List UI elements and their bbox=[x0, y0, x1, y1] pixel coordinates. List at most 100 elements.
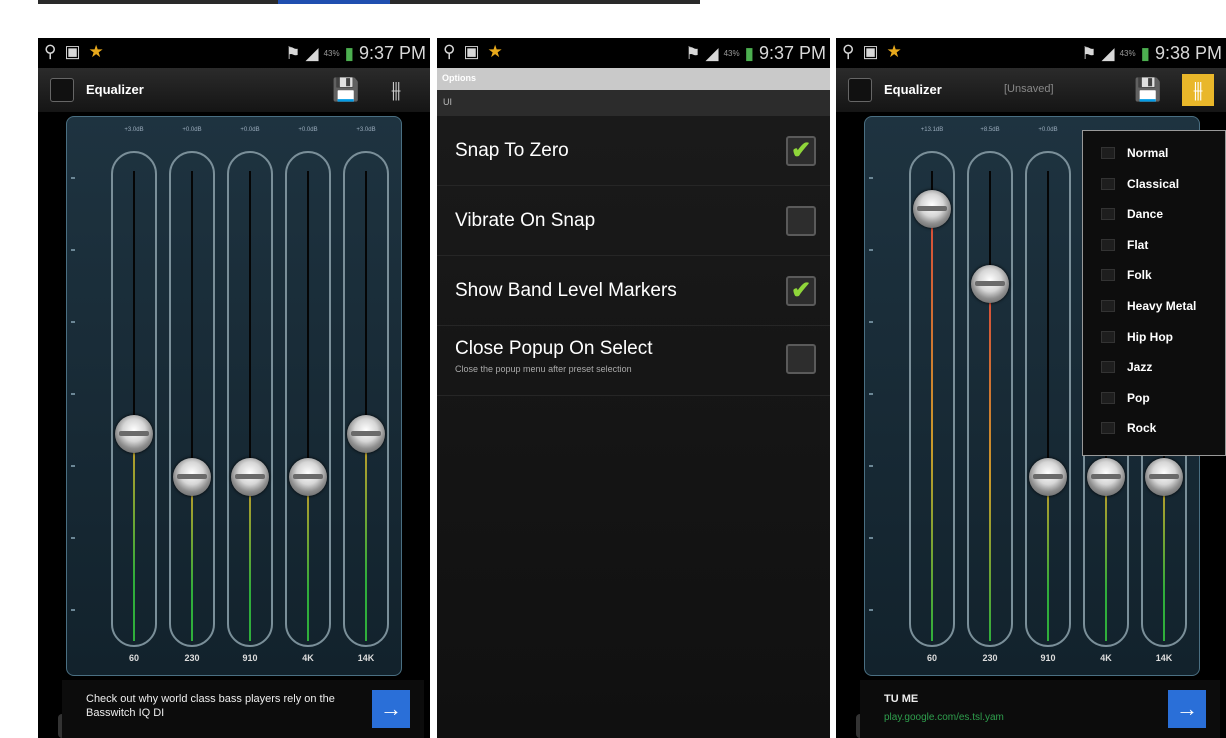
presets-icon[interactable]: ⫵ bbox=[1182, 74, 1214, 106]
band-db-label: +13.1dB bbox=[920, 127, 944, 133]
ad-url: play.google.com/es.tsl.yam bbox=[884, 712, 1004, 723]
ad-arrow-button[interactable]: → bbox=[1168, 690, 1206, 728]
band-slider-60[interactable] bbox=[111, 151, 157, 647]
slider-knob[interactable] bbox=[1029, 457, 1067, 496]
close-popup-on-select-checkbox[interactable] bbox=[786, 344, 816, 374]
preset-item-hip-hop[interactable]: Hip Hop bbox=[1097, 325, 1225, 351]
scale-tick bbox=[71, 393, 75, 395]
signal-icon: ◢ bbox=[305, 43, 319, 63]
app-icon[interactable] bbox=[50, 78, 74, 102]
band-frequency-label: 230 bbox=[184, 653, 200, 663]
band-slider-14K[interactable] bbox=[343, 151, 389, 647]
image-icon: ▣ bbox=[463, 42, 480, 61]
battery-icon: ▮ bbox=[1140, 43, 1150, 63]
save-icon[interactable]: 💾 bbox=[330, 74, 362, 106]
band-slider-910[interactable] bbox=[1025, 151, 1071, 647]
level-fill bbox=[307, 476, 309, 641]
vibrate-on-snap-checkbox[interactable] bbox=[786, 206, 816, 236]
preset-radio bbox=[1101, 330, 1115, 343]
band-frequency-label: 910 bbox=[1040, 653, 1056, 663]
preset-label: Pop bbox=[1127, 390, 1150, 405]
slider-knob[interactable] bbox=[1087, 457, 1125, 496]
scale-tick bbox=[71, 249, 75, 251]
preset-item-normal[interactable]: Normal bbox=[1097, 141, 1225, 167]
option-snap-to-zero[interactable]: Snap To Zero ✔ bbox=[437, 116, 830, 186]
star-icon: ★ bbox=[886, 42, 902, 61]
slider-knob[interactable] bbox=[1145, 457, 1183, 496]
scale-tick bbox=[869, 537, 873, 539]
top-strip-dark bbox=[38, 0, 308, 4]
band-frequency-label: 4K bbox=[1100, 653, 1112, 663]
battery-icon: ▮ bbox=[344, 43, 354, 63]
save-icon[interactable]: 💾 bbox=[1132, 74, 1164, 106]
antenna-icon: ⚑ bbox=[285, 43, 301, 63]
band-slider-230[interactable] bbox=[169, 151, 215, 647]
presets-icon[interactable]: ⫵ bbox=[380, 74, 412, 106]
preset-item-jazz[interactable]: Jazz bbox=[1097, 355, 1225, 381]
show-band-level-markers-checkbox[interactable]: ✔ bbox=[786, 276, 816, 306]
preset-label: Jazz bbox=[1127, 360, 1153, 375]
preset-radio bbox=[1101, 361, 1115, 374]
band-db-label: +0.0dB bbox=[1038, 127, 1058, 133]
image-icon: ▣ bbox=[862, 42, 879, 61]
scale-tick bbox=[71, 537, 75, 539]
usb-icon: ⚲ bbox=[443, 42, 456, 61]
band-slider-60[interactable] bbox=[909, 151, 955, 647]
slider-knob[interactable] bbox=[115, 415, 153, 454]
preset-item-rock[interactable]: Rock bbox=[1097, 416, 1225, 442]
level-fill bbox=[365, 434, 367, 641]
app-icon[interactable] bbox=[848, 78, 872, 102]
usb-icon: ⚲ bbox=[44, 42, 57, 61]
ad-banner[interactable]: TU ME play.google.com/es.tsl.yam → bbox=[860, 680, 1220, 738]
status-bar: ⚲ ▣ ★ ⚑ ◢ 43% ▮ 9:37 PM bbox=[38, 38, 430, 68]
unsaved-label: [Unsaved] bbox=[1004, 83, 1054, 95]
band-db-label: +0.0dB bbox=[240, 127, 260, 133]
slider-knob[interactable] bbox=[913, 189, 951, 228]
band-db-label: +0.0dB bbox=[298, 127, 318, 133]
preset-item-classical[interactable]: Classical bbox=[1097, 172, 1225, 198]
snap-to-zero-checkbox[interactable]: ✔ bbox=[786, 136, 816, 166]
title-bar: Equalizer 💾 ⫵ bbox=[38, 68, 430, 112]
preset-label: Folk bbox=[1127, 268, 1152, 283]
usb-icon: ⚲ bbox=[842, 42, 855, 61]
slider-knob[interactable] bbox=[173, 457, 211, 496]
scale-tick bbox=[869, 249, 873, 251]
level-fill bbox=[931, 208, 933, 641]
app-title: Equalizer bbox=[884, 82, 942, 97]
ad-arrow-button[interactable]: → bbox=[372, 690, 410, 728]
option-label: Vibrate On Snap bbox=[455, 210, 596, 231]
scale-tick bbox=[71, 609, 75, 611]
option-show-band-level-markers[interactable]: Show Band Level Markers ✔ bbox=[437, 256, 830, 326]
scale-tick bbox=[869, 609, 873, 611]
antenna-icon: ⚑ bbox=[685, 43, 701, 63]
level-fill bbox=[249, 476, 251, 641]
preset-label: Classical bbox=[1127, 176, 1180, 191]
slider-knob[interactable] bbox=[289, 457, 327, 496]
signal-icon: ◢ bbox=[705, 43, 719, 63]
option-vibrate-on-snap[interactable]: Vibrate On Snap bbox=[437, 186, 830, 256]
scale-tick bbox=[869, 321, 873, 323]
section-header-ui: UI bbox=[437, 90, 830, 116]
preset-item-pop[interactable]: Pop bbox=[1097, 386, 1225, 412]
band-frequency-label: 910 bbox=[242, 653, 258, 663]
band-slider-4K[interactable] bbox=[285, 151, 331, 647]
slider-knob[interactable] bbox=[231, 457, 269, 496]
option-label: Show Band Level Markers bbox=[455, 280, 677, 301]
scale-tick bbox=[869, 177, 873, 179]
option-close-popup-on-select[interactable]: Close Popup On Select Close the popup me… bbox=[437, 326, 830, 396]
slider-knob[interactable] bbox=[347, 415, 385, 454]
preset-radio bbox=[1101, 208, 1115, 221]
preset-item-folk[interactable]: Folk bbox=[1097, 263, 1225, 289]
preset-item-dance[interactable]: Dance bbox=[1097, 202, 1225, 228]
ad-banner[interactable]: Check out why world class bass players r… bbox=[62, 680, 424, 738]
slider-knob[interactable] bbox=[971, 264, 1009, 303]
options-list: Snap To Zero ✔ Vibrate On Snap Show Band… bbox=[437, 116, 830, 738]
preset-label: Hip Hop bbox=[1127, 329, 1173, 344]
band-slider-910[interactable] bbox=[227, 151, 273, 647]
preset-item-flat[interactable]: Flat bbox=[1097, 233, 1225, 259]
band-frequency-label: 60 bbox=[926, 653, 937, 663]
preset-item-heavy-metal[interactable]: Heavy Metal bbox=[1097, 294, 1225, 320]
level-fill bbox=[191, 476, 193, 641]
band-slider-230[interactable] bbox=[967, 151, 1013, 647]
level-fill bbox=[1047, 476, 1049, 641]
